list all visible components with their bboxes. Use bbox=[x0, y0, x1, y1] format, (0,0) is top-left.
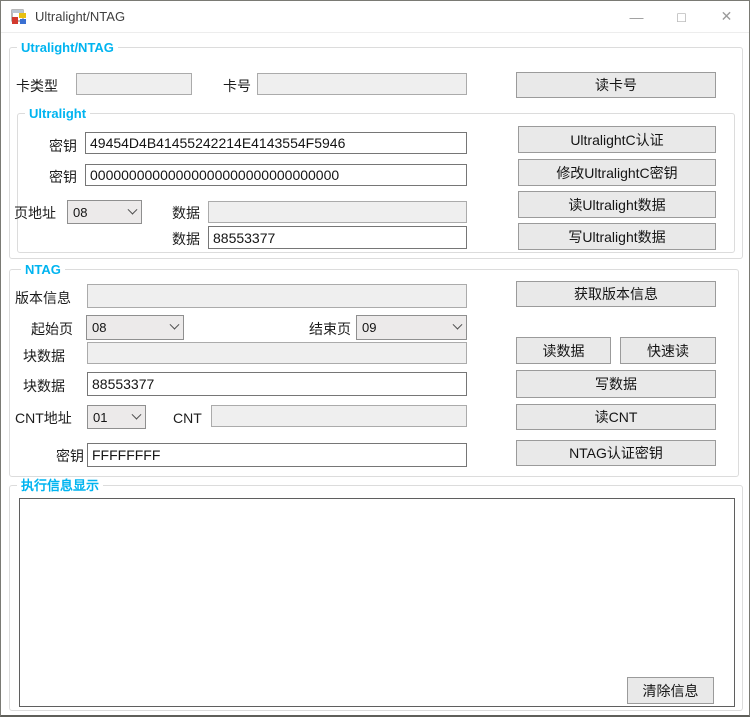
chevron-down-icon bbox=[128, 204, 138, 214]
titlebar: Ultralight/NTAG — □ ✕ bbox=[1, 1, 749, 33]
ntag-start-page-combo[interactable]: 08 bbox=[86, 315, 184, 340]
clear-log-button[interactable]: 清除信息 bbox=[627, 677, 714, 704]
ul-page-addr-label: 页地址 bbox=[14, 205, 56, 221]
fast-read-button[interactable]: 快速读 bbox=[620, 337, 716, 364]
maximize-icon[interactable]: □ bbox=[659, 1, 704, 32]
ntag-group-title: NTAG bbox=[21, 263, 65, 277]
ntag-cnt-addr-label: CNT地址 bbox=[15, 410, 72, 426]
app-window: Ultralight/NTAG — □ ✕ Utralight/NTAG 卡类型… bbox=[0, 0, 750, 717]
log-textarea[interactable] bbox=[19, 498, 735, 707]
ntag-key-label: 密钥 bbox=[56, 448, 84, 464]
ntag-block-read-field[interactable] bbox=[87, 342, 467, 364]
read-cnt-button[interactable]: 读CNT bbox=[516, 404, 716, 430]
ul-key1-label: 密钥 bbox=[49, 138, 77, 154]
ul-data-read-field[interactable] bbox=[208, 201, 467, 223]
ntag-block-read-label: 块数据 bbox=[23, 348, 65, 364]
ntag-block-write-field[interactable] bbox=[87, 372, 467, 396]
card-no-label: 卡号 bbox=[223, 78, 251, 94]
write-data-button[interactable]: 写数据 bbox=[516, 370, 716, 398]
ntag-version-field[interactable] bbox=[87, 284, 467, 308]
ntag-cnt-label: CNT bbox=[173, 410, 202, 426]
card-no-field[interactable] bbox=[257, 73, 467, 95]
chevron-down-icon bbox=[170, 320, 180, 330]
window-title: Ultralight/NTAG bbox=[35, 9, 125, 24]
ul-page-addr-value: 08 bbox=[73, 205, 87, 220]
ntag-end-page-combo[interactable]: 09 bbox=[356, 315, 467, 340]
chevron-down-icon bbox=[453, 320, 463, 330]
ntag-cnt-field[interactable] bbox=[211, 405, 467, 427]
ul-data-read-label: 数据 bbox=[172, 205, 200, 221]
ul-page-addr-combo[interactable]: 08 bbox=[67, 200, 142, 224]
close-icon[interactable]: ✕ bbox=[704, 1, 749, 32]
app-icon bbox=[11, 9, 27, 25]
card-type-field[interactable] bbox=[76, 73, 192, 95]
read-data-button[interactable]: 读数据 bbox=[516, 337, 611, 364]
ntag-start-page-label: 起始页 bbox=[31, 321, 73, 337]
ntag-version-label: 版本信息 bbox=[15, 290, 71, 306]
main-group-title: Utralight/NTAG bbox=[17, 41, 118, 55]
ntag-block-write-label: 块数据 bbox=[23, 378, 65, 394]
ntag-cnt-addr-value: 01 bbox=[93, 410, 107, 425]
ul-key2-field[interactable] bbox=[85, 164, 467, 186]
card-type-label: 卡类型 bbox=[16, 78, 58, 94]
ntag-end-page-label: 结束页 bbox=[309, 321, 351, 337]
ultralightc-auth-button[interactable]: UltralightC认证 bbox=[518, 126, 716, 153]
ul-data-write-label: 数据 bbox=[172, 231, 200, 247]
minimize-icon[interactable]: — bbox=[614, 1, 659, 32]
read-ultralight-data-button[interactable]: 读Ultralight数据 bbox=[518, 191, 716, 218]
change-ultralightc-key-button[interactable]: 修改UltralightC密钥 bbox=[518, 159, 716, 186]
get-version-button[interactable]: 获取版本信息 bbox=[516, 281, 716, 307]
log-group-title: 执行信息显示 bbox=[17, 479, 103, 493]
ntag-auth-key-button[interactable]: NTAG认证密钥 bbox=[516, 440, 716, 466]
window-controls: — □ ✕ bbox=[614, 1, 749, 32]
ntag-end-page-value: 09 bbox=[362, 320, 376, 335]
read-card-button[interactable]: 读卡号 bbox=[516, 72, 716, 98]
ntag-start-page-value: 08 bbox=[92, 320, 106, 335]
ultralight-group-title: Ultralight bbox=[25, 107, 90, 121]
write-ultralight-data-button[interactable]: 写Ultralight数据 bbox=[518, 223, 716, 250]
ntag-key-field[interactable] bbox=[87, 443, 467, 467]
ul-key2-label: 密钥 bbox=[49, 169, 77, 185]
ul-data-write-field[interactable] bbox=[208, 226, 467, 249]
ntag-cnt-addr-combo[interactable]: 01 bbox=[87, 405, 146, 429]
ul-key1-field[interactable] bbox=[85, 132, 467, 154]
chevron-down-icon bbox=[132, 409, 142, 419]
